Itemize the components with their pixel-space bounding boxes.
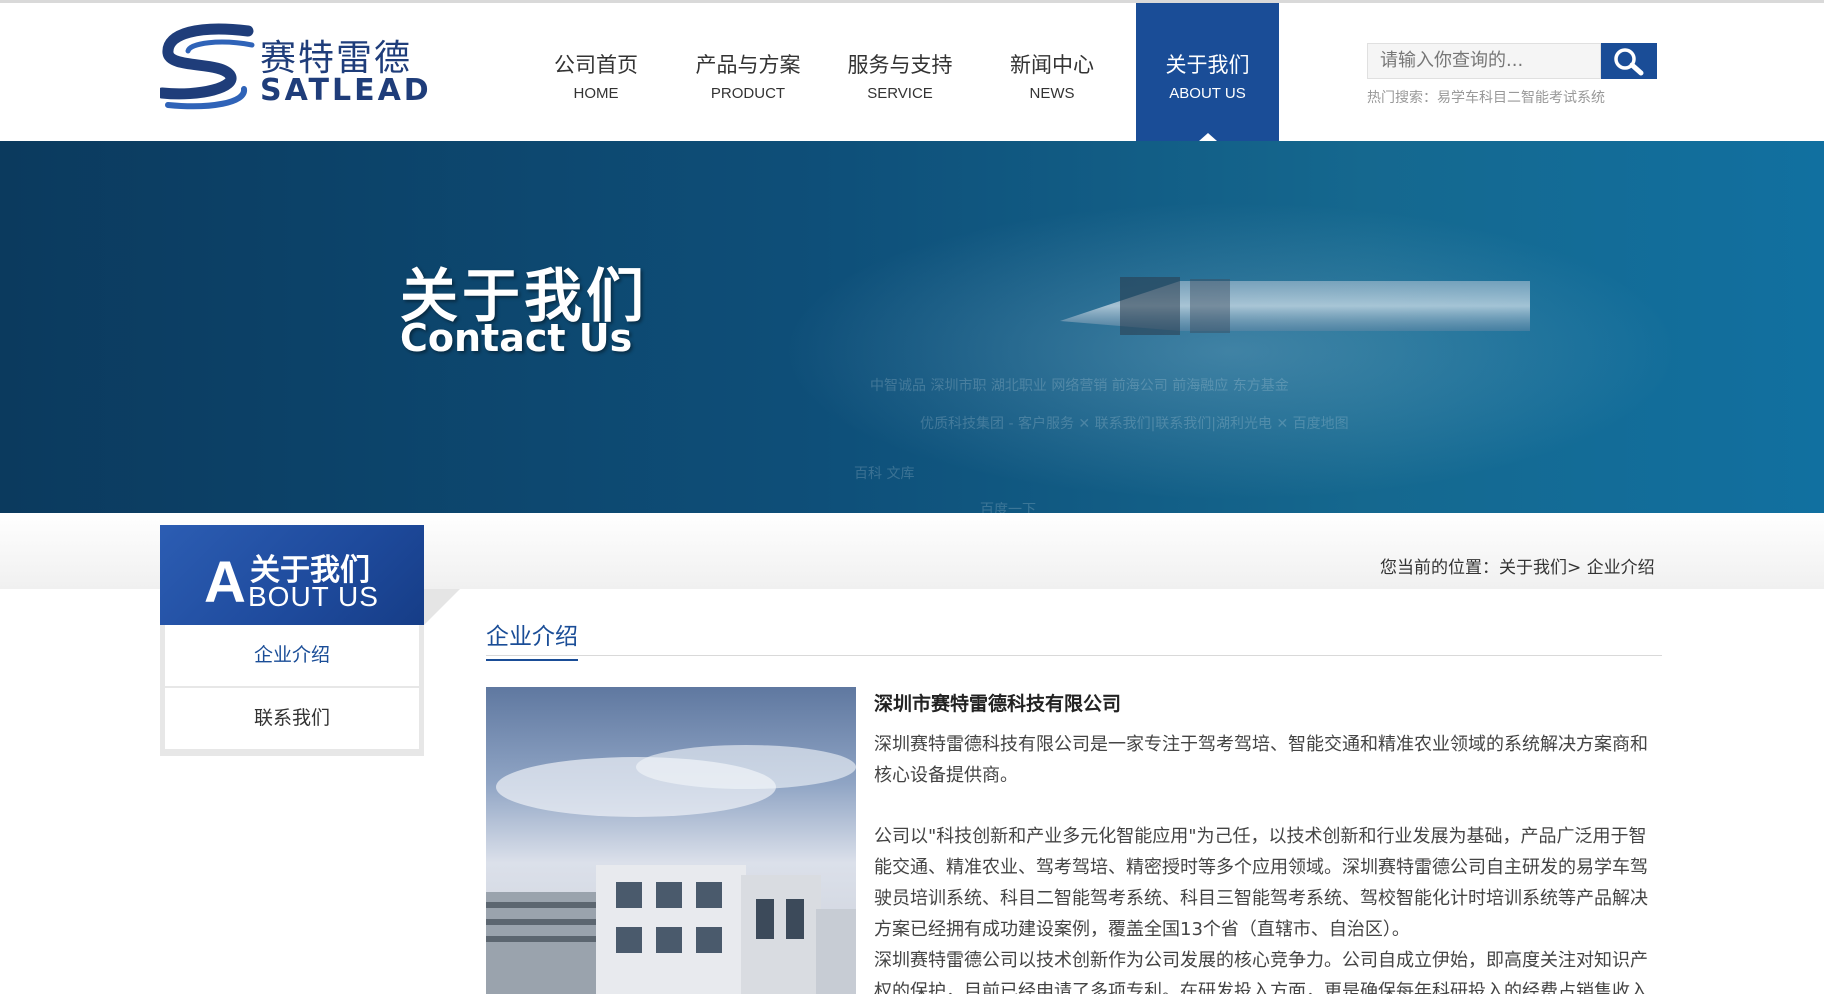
building-image-icon xyxy=(486,745,856,994)
sidebar-fold-decoration xyxy=(424,589,460,625)
nav-label-zh: 关于我们 xyxy=(1165,53,1250,77)
banner-ghost-text: 百度一下 xyxy=(980,502,1036,513)
intro-paragraph-2: 公司以"科技创新和产业多元化智能应用"为己任，以技术创新和行业发展为基础，产品广… xyxy=(874,826,1648,940)
satlead-logo-mark-icon xyxy=(160,23,255,110)
sidebar-item-company-intro[interactable]: 企业介绍 xyxy=(165,625,419,688)
main-nav: 公司首页 HOME 产品与方案 PRODUCT 服务与支持 SERVICE 新闻… xyxy=(520,3,1279,141)
nav-label-en: HOME xyxy=(573,85,619,102)
sidebar-item-contact-us[interactable]: 联系我们 xyxy=(165,688,419,751)
sidebar-header: A 关于我们 BOUT US xyxy=(160,525,424,625)
site-header: 赛特雷德 SATLEAD 公司首页 HOME 产品与方案 PRODUCT 服务与… xyxy=(0,3,1824,141)
nav-item-about-us[interactable]: 关于我们 ABOUT US xyxy=(1136,3,1279,141)
nav-label-en: SERVICE xyxy=(867,85,933,102)
nav-item-news[interactable]: 新闻中心 NEWS xyxy=(976,3,1128,141)
logo[interactable]: 赛特雷德 SATLEAD xyxy=(160,23,429,113)
sidebar-header-initial: A xyxy=(204,550,246,615)
intro-paragraph-3: 深圳赛特雷德公司以技术创新作为公司发展的核心竞争力。公司自成立伊始，即高度关注对… xyxy=(874,950,1648,994)
nav-item-home[interactable]: 公司首页 HOME xyxy=(520,3,672,141)
banner-ghost-text: 优质科技集团 - 客户服务 ✕ 联系我们|联系我们|湖利光电 ✕ 百度地图 xyxy=(920,416,1349,432)
page-banner: 中智诚品 深圳市职 湖北职业 网络营销 前海公司 前海融应 东方基金 优质科技集… xyxy=(0,141,1824,513)
banner-subtitle: Contact Us xyxy=(400,316,633,360)
nav-label-zh: 公司首页 xyxy=(554,53,638,77)
nav-label-zh: 服务与支持 xyxy=(847,53,953,77)
company-building-photo xyxy=(486,687,856,994)
logo-english-name: SATLEAD xyxy=(260,73,432,108)
nav-label-zh: 新闻中心 xyxy=(1010,53,1094,77)
nav-label-zh: 产品与方案 xyxy=(695,53,801,77)
section-divider xyxy=(486,655,1662,656)
search-button[interactable] xyxy=(1601,43,1657,79)
sidebar-header-subtitle: BOUT US xyxy=(248,581,379,612)
nav-label-en: ABOUT US xyxy=(1169,85,1246,102)
sidebar-list: 企业介绍 联系我们 xyxy=(160,625,424,756)
banner-ghost-text: 中智诚品 深圳市职 湖北职业 网络营销 前海公司 前海融应 东方基金 xyxy=(870,378,1289,394)
nav-label-en: NEWS xyxy=(1029,85,1075,102)
nav-item-product[interactable]: 产品与方案 PRODUCT xyxy=(672,3,824,141)
nav-label-en: PRODUCT xyxy=(710,85,786,102)
pen-graphic-icon xyxy=(1060,277,1530,335)
breadcrumb: 您当前的位置：关于我们> 企业介绍 xyxy=(1380,558,1655,578)
intro-paragraph-1: 深圳赛特雷德科技有限公司是一家专注于驾考驾培、智能交通和精准农业领域的系统解决方… xyxy=(874,734,1648,786)
sidebar: A 关于我们 BOUT US 企业介绍 联系我们 xyxy=(160,525,424,756)
nav-item-service[interactable]: 服务与支持 SERVICE xyxy=(824,3,976,141)
page-body: A 关于我们 BOUT US 企业介绍 联系我们 您当前的位置：关于我们> 企业… xyxy=(0,513,1824,994)
company-name: 深圳市赛特雷德科技有限公司 xyxy=(874,693,1122,715)
banner-ghost-text: 百科 文库 xyxy=(854,466,915,482)
search-box: 请输入你查询的... xyxy=(1367,43,1657,79)
hot-search[interactable]: 热门搜索：易学车科目二智能考试系统 xyxy=(1367,87,1605,107)
search-input[interactable]: 请输入你查询的... xyxy=(1367,43,1601,79)
search-icon xyxy=(1614,48,1644,76)
